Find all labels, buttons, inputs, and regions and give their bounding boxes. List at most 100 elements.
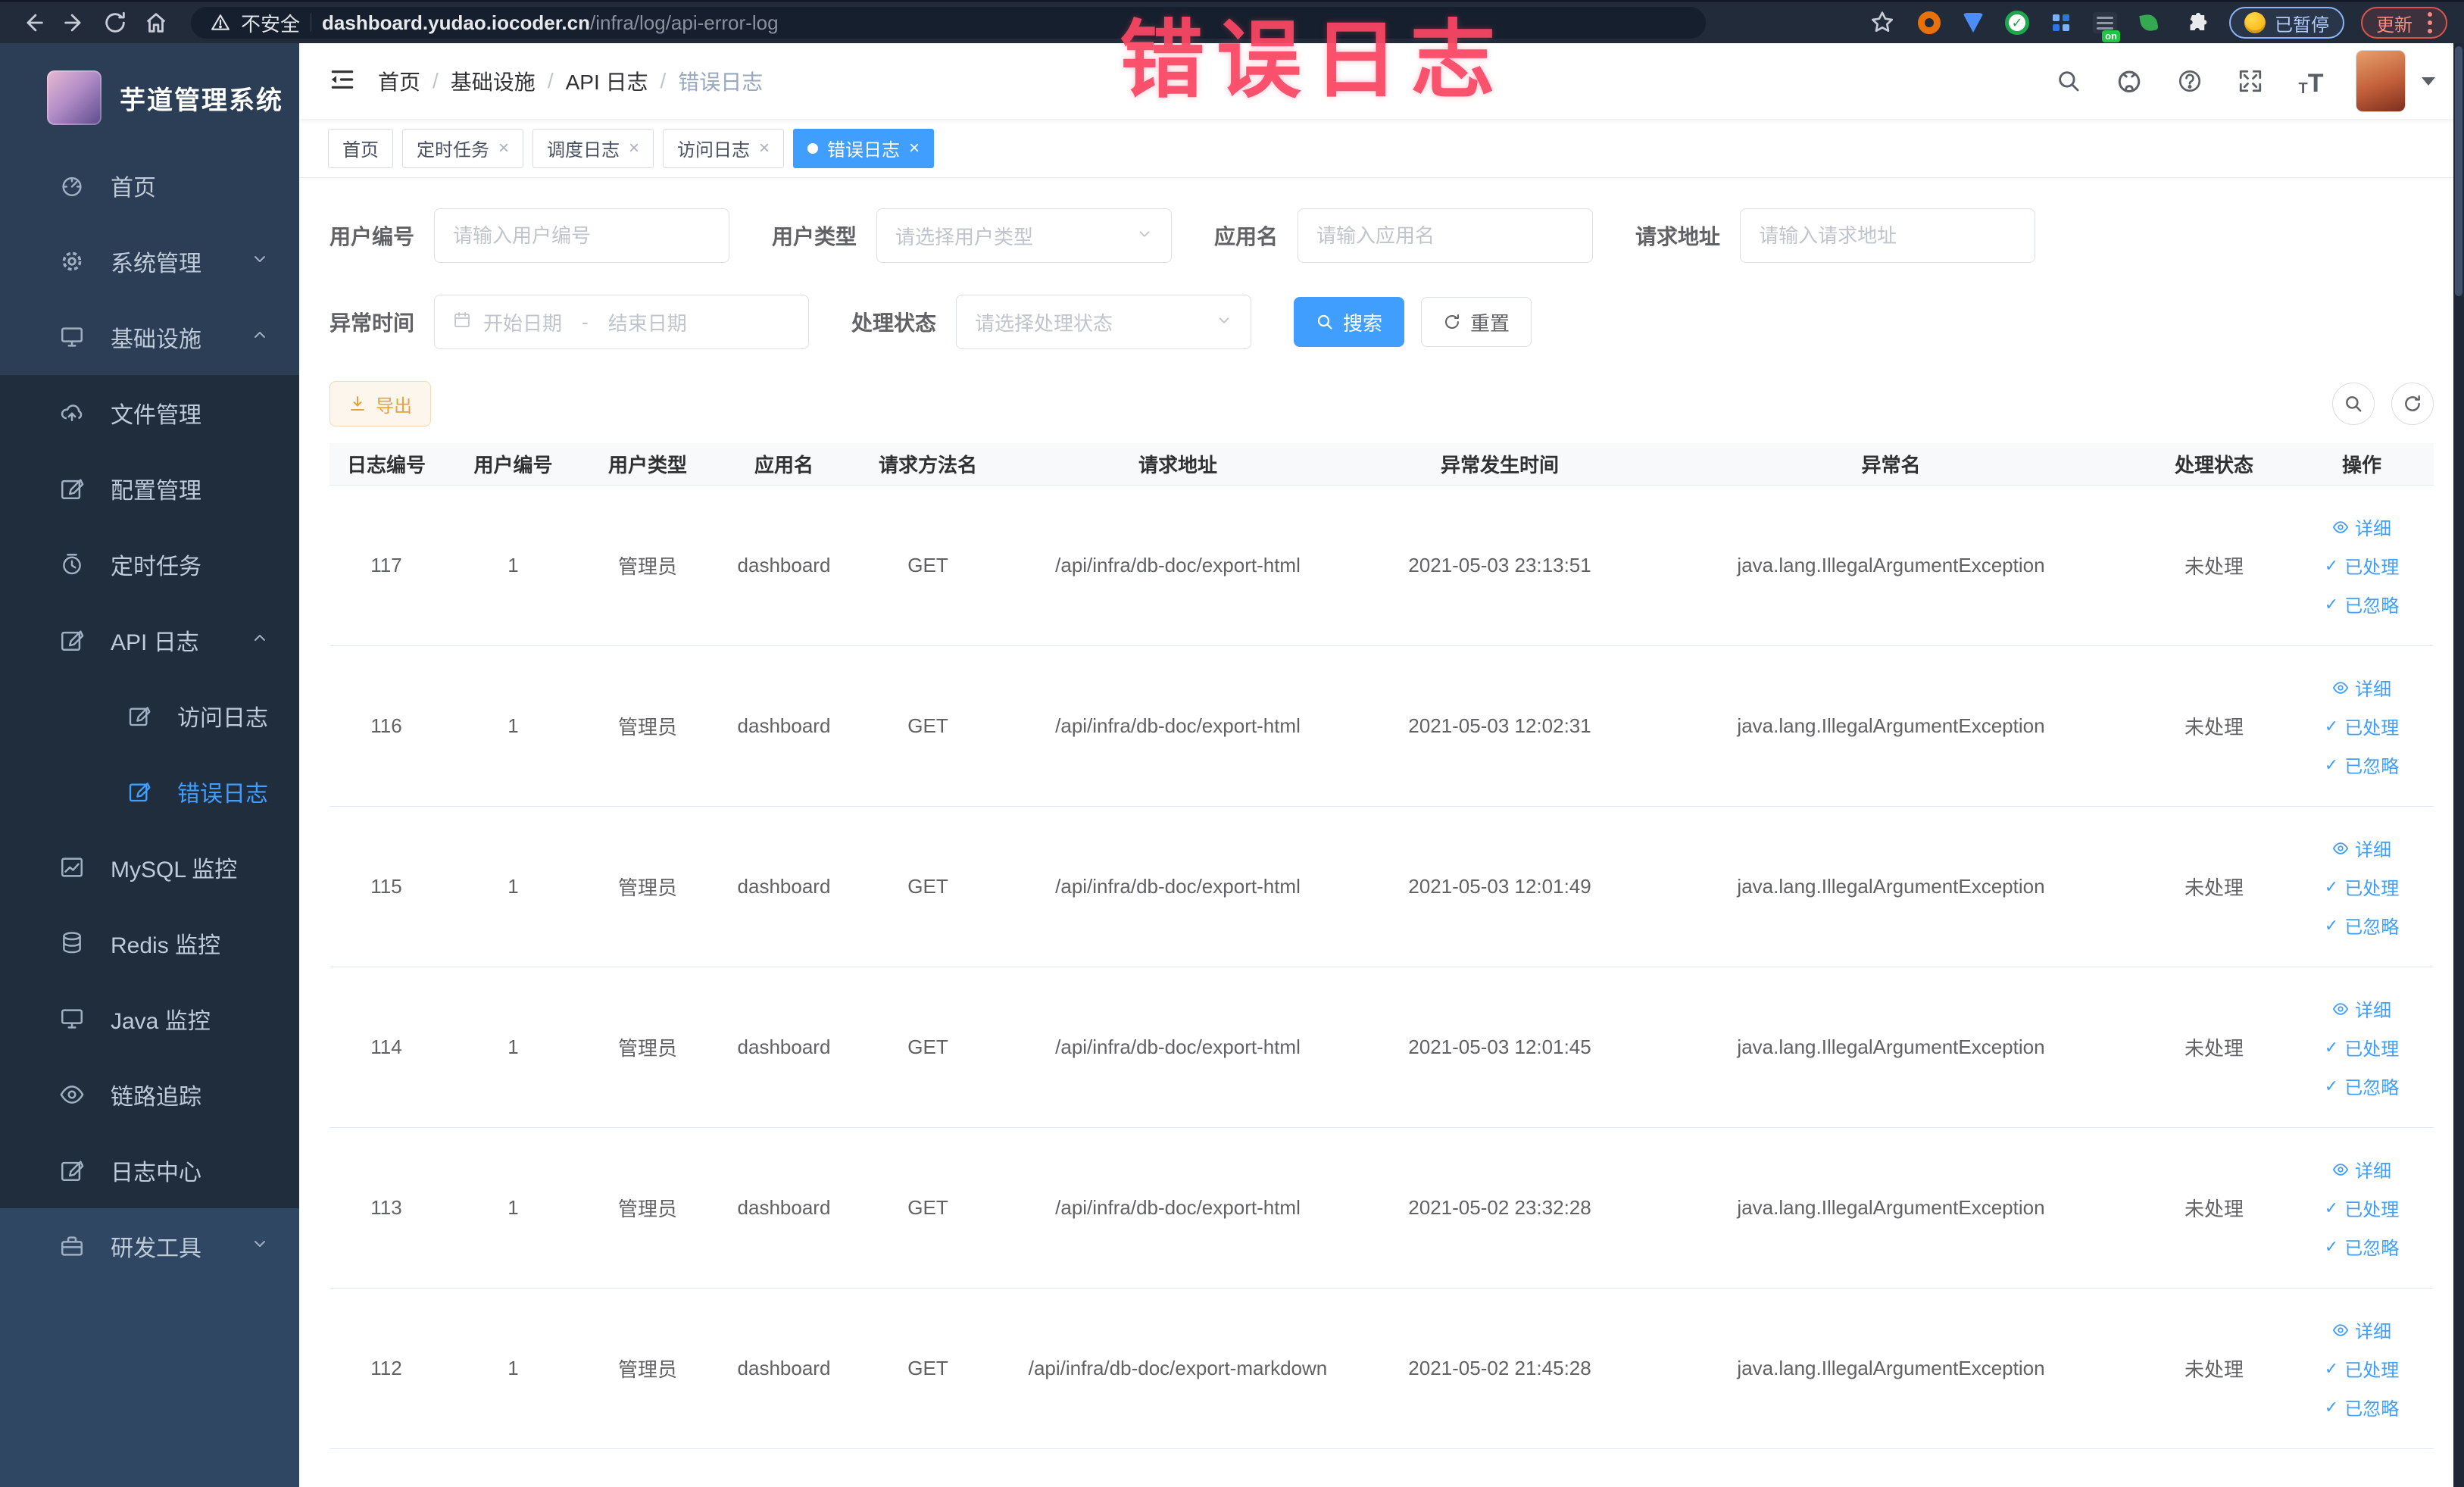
avatar-caret-icon[interactable] <box>2422 77 2435 86</box>
forward-icon[interactable] <box>58 6 91 39</box>
request-url-input[interactable] <box>1759 223 2017 248</box>
sidebar-item-mysql-monitor[interactable]: MySQL 监控 <box>0 829 299 905</box>
fullscreen-icon[interactable] <box>2235 66 2266 96</box>
breadcrumb-item[interactable]: 基础设施 <box>451 66 536 96</box>
extension-blue-icon[interactable] <box>1960 9 1987 36</box>
search-icon[interactable] <box>2053 66 2084 96</box>
mark-processed-link[interactable]: ✓ 已处理 <box>2325 1195 2399 1221</box>
mark-processed-link[interactable]: ✓ 已处理 <box>2325 873 2399 900</box>
cell-status: 未处理 <box>2184 1198 2244 1220</box>
sidebar-item-access-log[interactable]: 访问日志 <box>0 678 299 754</box>
tab-schedule-log[interactable]: 调度日志 × <box>532 128 654 168</box>
user-id-input[interactable] <box>453 223 711 248</box>
filter-label: 请求地址 <box>1635 225 1721 248</box>
cell-actions: 详细 ✓ 已处理 ✓ 已忽略 <box>2290 1128 2434 1288</box>
date-range-picker[interactable]: 开始日期 - 结束日期 <box>434 295 810 349</box>
cell-exception: java.lang.IllegalArgumentException <box>1737 1196 2045 1219</box>
tab-label: 定时任务 <box>417 140 489 161</box>
user-type-select[interactable]: 请选择用户类型 <box>876 208 1173 263</box>
sidebar-item-file-management[interactable]: 文件管理 <box>0 375 299 451</box>
bookmark-star-icon[interactable] <box>1866 6 1899 39</box>
mark-processed-link[interactable]: ✓ 已处理 <box>2325 1355 2399 1382</box>
extension-on-badge-icon[interactable]: on <box>2091 9 2120 42</box>
cell-app: dashboard <box>737 554 831 576</box>
tab-access-log[interactable]: 访问日志 × <box>663 128 785 168</box>
detail-link[interactable]: 详细 <box>2332 514 2391 540</box>
detail-link[interactable]: 详细 <box>2332 835 2391 861</box>
url-path: /infra/log/api-error-log <box>589 11 779 34</box>
sidebar-item-trace[interactable]: 链路追踪 <box>0 1057 299 1132</box>
warning-icon <box>211 14 230 30</box>
column-header: 用户类型 <box>607 454 687 476</box>
mark-ignored-link[interactable]: ✓ 已忽略 <box>2325 751 2399 778</box>
address-bar[interactable]: 不安全 dashboard.yudao.iocoder.cn/infra/log… <box>191 7 1706 39</box>
extension-green-check-icon[interactable]: ✓ <box>2003 9 2031 36</box>
app-name-input[interactable] <box>1316 223 1575 248</box>
mark-ignored-link[interactable]: ✓ 已忽略 <box>2325 1394 2399 1420</box>
sidebar-item-java-monitor[interactable]: Java 监控 <box>0 981 299 1057</box>
tab-scheduled-tasks[interactable]: 定时任务 × <box>402 128 524 168</box>
sidebar-item-api-log[interactable]: API 日志 <box>0 602 299 678</box>
sidebar-item-devtools[interactable]: 研发工具 <box>0 1208 299 1284</box>
mark-ignored-link[interactable]: ✓ 已忽略 <box>2325 591 2399 617</box>
page-scrollbar[interactable] <box>2453 43 2464 1487</box>
sidebar-item-infra[interactable]: 基础设施 <box>0 299 299 375</box>
extension-orange-icon[interactable] <box>1916 9 1943 36</box>
cell-url: /api/infra/db-doc/export-html <box>1055 554 1301 576</box>
mark-processed-link[interactable]: ✓ 已处理 <box>2325 1034 2399 1061</box>
tab-home[interactable]: 首页 <box>328 128 393 168</box>
detail-link[interactable]: 详细 <box>2332 1317 2391 1343</box>
active-dot <box>807 142 819 154</box>
check-icon: ✓ <box>2324 594 2339 614</box>
chrome-menu-icon[interactable] <box>2428 12 2432 33</box>
sidebar-item-redis-monitor[interactable]: Redis 监控 <box>0 905 299 981</box>
sidebar-item-error-log[interactable]: 错误日志 <box>0 754 299 829</box>
app-logo-row[interactable]: 芋道管理系统 <box>0 43 299 148</box>
mark-processed-link[interactable]: ✓ 已处理 <box>2325 713 2399 739</box>
close-icon[interactable]: × <box>909 139 920 158</box>
sidebar-item-log-center[interactable]: 日志中心 <box>0 1132 299 1208</box>
scrollbar-thumb[interactable] <box>2455 46 2462 296</box>
process-status-select[interactable]: 请选择处理状态 <box>956 295 1252 349</box>
paused-extension-badge[interactable]: 已暂停 <box>2229 7 2344 39</box>
sidebar-item-config-management[interactable]: 配置管理 <box>0 451 299 526</box>
extension-grid-icon[interactable] <box>2047 9 2075 36</box>
cell-url: /api/infra/db-doc/export-html <box>1055 1196 1301 1219</box>
check-icon: ✓ <box>2324 754 2339 774</box>
detail-link[interactable]: 详细 <box>2332 995 2391 1022</box>
sidebar-item-scheduled-tasks[interactable]: 定时任务 <box>0 526 299 602</box>
close-icon[interactable]: × <box>759 139 770 158</box>
export-button[interactable]: 导出 <box>329 381 431 426</box>
mark-ignored-link[interactable]: ✓ 已忽略 <box>2325 912 2399 939</box>
breadcrumb-item[interactable]: 首页 <box>378 66 420 96</box>
sidebar-filler <box>0 1284 299 1487</box>
extension-leaf-icon[interactable] <box>2135 9 2163 36</box>
sidebar-toggle-icon[interactable] <box>328 65 357 98</box>
mark-processed-link[interactable]: ✓ 已处理 <box>2325 552 2399 579</box>
reload-icon[interactable] <box>98 6 132 39</box>
sidebar-item-system[interactable]: 系统管理 <box>0 223 299 299</box>
toggle-search-button[interactable] <box>2332 383 2375 425</box>
detail-link[interactable]: 详细 <box>2332 674 2391 701</box>
close-icon[interactable]: × <box>498 139 509 158</box>
help-icon[interactable] <box>2175 66 2205 96</box>
avatar[interactable] <box>2356 51 2405 111</box>
reset-button[interactable]: 重置 <box>1421 297 1532 347</box>
sidebar-item-label: 配置管理 <box>111 479 201 504</box>
cell-user-id: 1 <box>507 554 519 576</box>
font-size-icon[interactable]: TT <box>2296 66 2326 96</box>
breadcrumb-item[interactable]: API 日志 <box>566 66 648 96</box>
refresh-table-button[interactable] <box>2391 383 2434 425</box>
tab-error-log[interactable]: 错误日志 × <box>793 128 935 168</box>
mark-ignored-link[interactable]: ✓ 已忽略 <box>2325 1233 2399 1260</box>
extensions-puzzle-icon[interactable] <box>2179 6 2213 39</box>
back-icon[interactable] <box>17 6 50 39</box>
search-button[interactable]: 搜索 <box>1294 297 1405 347</box>
home-icon[interactable] <box>139 6 173 39</box>
sidebar-item-home[interactable]: 首页 <box>0 148 299 223</box>
github-icon[interactable] <box>2114 66 2144 96</box>
chrome-update-button[interactable]: 更新 <box>2361 7 2447 39</box>
detail-link[interactable]: 详细 <box>2332 1156 2391 1182</box>
mark-ignored-link[interactable]: ✓ 已忽略 <box>2325 1073 2399 1099</box>
close-icon[interactable]: × <box>629 139 639 158</box>
